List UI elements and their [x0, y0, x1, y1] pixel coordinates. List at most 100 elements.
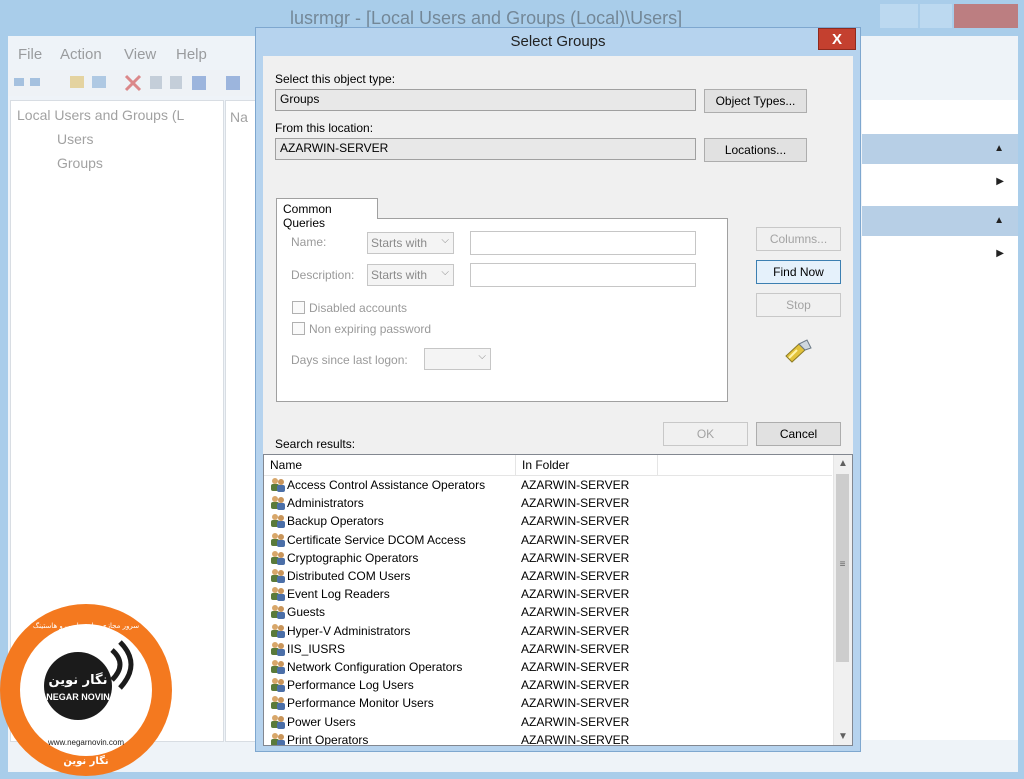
logo-brand-fa-bottom: نگار نوین: [63, 754, 108, 767]
description-mode-select[interactable]: Starts with ⌵: [367, 264, 454, 286]
result-name: Backup Operators: [287, 514, 384, 529]
result-name: IIS_IUSRS: [287, 641, 346, 656]
dialog-client: Select this object type: Groups Object T…: [263, 56, 853, 746]
table-row[interactable]: Power Users AZARWIN-SERVER: [264, 713, 832, 731]
scroll-down-icon[interactable]: ▼: [834, 728, 852, 745]
group-icon: [270, 477, 286, 495]
search-results-list[interactable]: Name In Folder Access Control Assistance…: [263, 454, 853, 746]
background-list: Na: [225, 100, 259, 742]
find-now-button[interactable]: Find Now: [756, 260, 841, 284]
days-since-logon-label: Days since last logon:: [291, 353, 408, 367]
disabled-accounts-checkbox[interactable]: [292, 301, 305, 314]
table-row[interactable]: Performance Log Users AZARWIN-SERVER: [264, 676, 832, 694]
select-groups-dialog: Select Groups X Select this object type:…: [255, 27, 861, 752]
result-name: Print Operators: [287, 732, 369, 746]
result-name: Cryptographic Operators: [287, 550, 419, 565]
menu-help[interactable]: Help: [176, 46, 207, 63]
table-row[interactable]: Performance Monitor Users AZARWIN-SERVER: [264, 694, 832, 712]
logo-brand-en: NEGAR NOVIN: [46, 692, 110, 702]
menu-file[interactable]: File: [18, 46, 42, 63]
results-header: Name In Folder: [264, 455, 832, 476]
tree-users[interactable]: Users: [57, 131, 94, 147]
result-folder: AZARWIN-SERVER: [521, 587, 630, 602]
table-row[interactable]: Certificate Service DCOM Access AZARWIN-S…: [264, 531, 832, 549]
group-icon: [270, 532, 286, 550]
non-expiring-password-checkbox[interactable]: [292, 322, 305, 335]
table-row[interactable]: Network Configuration Operators AZARWIN-S…: [264, 658, 832, 676]
search-flashlight-icon: [785, 339, 812, 363]
table-row[interactable]: Print Operators AZARWIN-SERVER: [264, 731, 832, 746]
column-header-name[interactable]: Name: [264, 455, 516, 475]
background-minimize-button[interactable]: [880, 4, 918, 28]
collapse-icon: ▲: [994, 143, 1004, 154]
table-row[interactable]: Distributed COM Users AZARWIN-SERVER: [264, 567, 832, 585]
result-name: Power Users: [287, 714, 356, 729]
chevron-down-icon: ⌵: [441, 235, 449, 246]
object-types-button[interactable]: Object Types...: [704, 89, 807, 113]
scroll-thumb[interactable]: ≡: [836, 474, 849, 662]
group-icon: [270, 695, 286, 713]
stop-button[interactable]: Stop: [756, 293, 841, 317]
columns-button[interactable]: Columns...: [756, 227, 841, 251]
result-name: Performance Log Users: [287, 678, 414, 693]
list-header-name: Na: [230, 109, 248, 125]
ok-button[interactable]: OK: [663, 422, 748, 446]
background-maximize-button[interactable]: [920, 4, 952, 28]
result-folder: AZARWIN-SERVER: [521, 623, 630, 638]
collapse-icon: ▲: [994, 215, 1004, 226]
result-folder: AZARWIN-SERVER: [521, 514, 630, 529]
tree-root[interactable]: Local Users and Groups (L: [17, 107, 184, 123]
table-row[interactable]: Backup Operators AZARWIN-SERVER: [264, 512, 832, 530]
logo-tagline: سرور مجازی و اختصاصی و هاستینگ: [33, 621, 139, 630]
name-label: Name:: [291, 235, 327, 249]
description-input[interactable]: [470, 263, 696, 287]
name-mode-select[interactable]: Starts with ⌵: [367, 232, 454, 254]
scroll-up-icon[interactable]: ▲: [834, 455, 852, 472]
dialog-close-button[interactable]: X: [818, 28, 856, 50]
group-icon: [270, 604, 286, 622]
table-row[interactable]: Cryptographic Operators AZARWIN-SERVER: [264, 549, 832, 567]
locations-button[interactable]: Locations...: [704, 138, 807, 162]
result-name: Administrators: [287, 496, 364, 511]
table-row[interactable]: Administrators AZARWIN-SERVER: [264, 494, 832, 512]
results-scrollbar[interactable]: ▲ ≡ ▼: [833, 455, 852, 745]
name-input[interactable]: [470, 231, 696, 255]
result-name: Event Log Readers: [287, 587, 390, 602]
days-since-logon-select[interactable]: ⌵: [424, 348, 491, 370]
tab-common-queries[interactable]: Common Queries: [276, 198, 378, 230]
background-close-button[interactable]: [954, 4, 1018, 28]
result-folder: AZARWIN-SERVER: [521, 478, 630, 492]
chevron-down-icon: ⌵: [478, 351, 486, 362]
result-name: Hyper-V Administrators: [287, 623, 411, 638]
non-expiring-password-label: Non expiring password: [309, 322, 432, 336]
cancel-button[interactable]: Cancel: [756, 422, 841, 446]
group-icon: [270, 550, 286, 568]
actions-header-2[interactable]: ▲: [862, 206, 1018, 236]
group-icon: [270, 677, 286, 695]
menu-view[interactable]: View: [124, 46, 156, 63]
logo-brand-fa: نگار نوین: [49, 672, 108, 688]
table-row[interactable]: Event Log Readers AZARWIN-SERVER: [264, 585, 832, 603]
result-folder: AZARWIN-SERVER: [521, 605, 630, 620]
table-row[interactable]: Hyper-V Administrators AZARWIN-SERVER: [264, 622, 832, 640]
background-window-title: lusrmgr - [Local Users and Groups (Local…: [290, 8, 683, 28]
name-mode-value: Starts with: [371, 236, 428, 250]
table-row[interactable]: Access Control Assistance Operators AZARW…: [264, 476, 832, 494]
grip-icon: ≡: [839, 559, 846, 570]
tree-groups[interactable]: Groups: [57, 155, 103, 171]
result-folder: AZARWIN-SERVER: [521, 550, 630, 565]
column-header-in-folder[interactable]: In Folder: [516, 455, 658, 475]
table-row[interactable]: Guests AZARWIN-SERVER: [264, 603, 832, 621]
group-icon: [270, 623, 286, 641]
disabled-accounts-label: Disabled accounts: [309, 301, 408, 315]
location-field: AZARWIN-SERVER: [275, 138, 696, 160]
actions-header-1[interactable]: ▲: [862, 134, 1018, 164]
result-name: Guests: [287, 605, 326, 620]
description-mode-value: Starts with: [371, 268, 428, 282]
table-row[interactable]: IIS_IUSRS AZARWIN-SERVER: [264, 640, 832, 658]
menu-action[interactable]: Action: [60, 46, 102, 63]
logo-url: www.negarnovin.com: [47, 738, 124, 747]
chevron-down-icon: ⌵: [441, 267, 449, 278]
result-name: Performance Monitor Users: [287, 696, 434, 711]
search-results-label: Search results:: [275, 437, 356, 451]
